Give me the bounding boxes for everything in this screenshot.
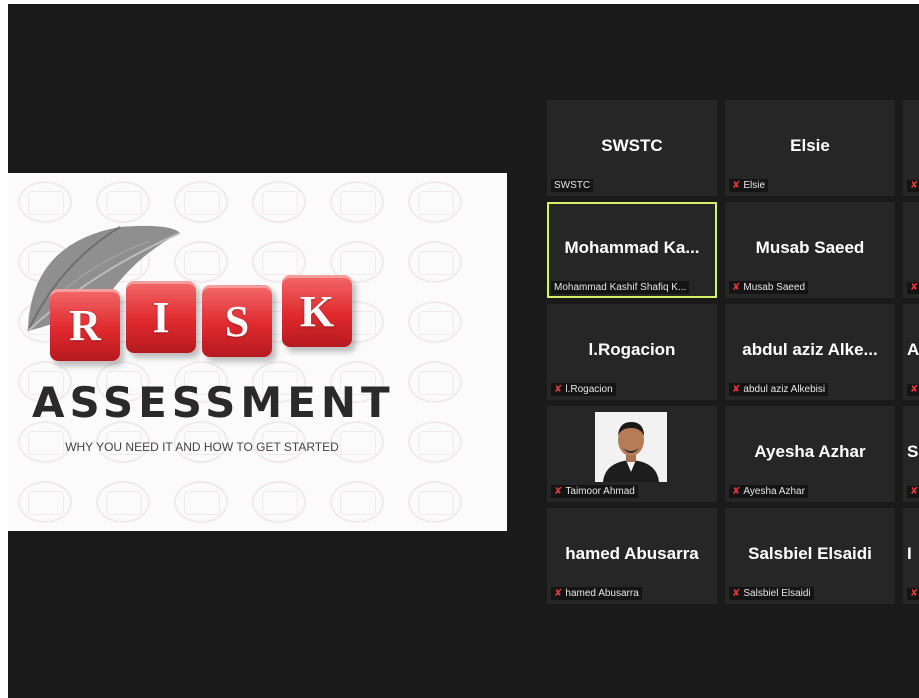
participant-name-label: ✘ Salsbiel Elsaidi: [729, 587, 814, 600]
participant-display-name: Mohammad Ka...: [564, 238, 700, 257]
participant-name-label: ✘ abdul aziz Alkebisi: [729, 383, 829, 396]
watermark-logo: [174, 181, 228, 223]
participant-label-text: abdul aziz Alkebisi: [743, 384, 826, 395]
mic-muted-icon: ✘: [910, 282, 919, 293]
participant-tile[interactable]: abdul aziz Alke... ✘ abdul aziz Alkebisi: [725, 304, 895, 400]
watermark-logo: [330, 481, 384, 523]
watermark-logo: [330, 181, 384, 223]
participant-display-name: I: [907, 544, 912, 563]
risk-letter-s: S: [224, 296, 250, 346]
mic-muted-icon: ✘: [732, 179, 741, 191]
participant-name-label: ✘ Elsie: [729, 179, 769, 192]
risk-cube-r: R: [50, 289, 120, 361]
participant-name-label: ✘: [907, 486, 919, 498]
participant-name-label: Mohammad Kashif Shafiq K...: [551, 281, 690, 294]
participant-tile[interactable]: hamed Abusarra ✘ hamed Abusarra: [547, 508, 717, 604]
participant-tile-partial[interactable]: ✘: [903, 100, 919, 196]
watermark-logo: [18, 481, 72, 523]
mic-muted-icon: ✘: [732, 383, 741, 395]
watermark-logo: [408, 241, 462, 283]
participant-tile-partial[interactable]: I ✘: [903, 508, 919, 604]
participant-label-text: Elsie: [743, 180, 766, 191]
participant-display-name: A: [907, 340, 919, 359]
participant-display-name: l.Rogacion: [588, 340, 676, 359]
participant-label-text: l.Rogacion: [565, 384, 613, 395]
watermark-logo: [252, 481, 306, 523]
slide-subtitle: WHY YOU NEED IT AND HOW TO GET STARTED: [65, 440, 339, 454]
risk-letter-r: R: [69, 300, 101, 350]
mic-muted-icon: ✘: [554, 383, 563, 395]
participant-tile-partial[interactable]: A ✘: [903, 304, 919, 400]
watermark-logo: [408, 481, 462, 523]
mic-muted-icon: ✘: [910, 384, 919, 395]
participant-video: [595, 412, 667, 482]
participant-tile[interactable]: Elsie ✘ Elsie: [725, 100, 895, 196]
risk-letter-k: K: [299, 286, 335, 336]
participant-name-label: ✘: [907, 282, 919, 294]
watermark-logo: [408, 301, 462, 343]
participant-tile[interactable]: Mohammad Ka... Mohammad Kashif Shafiq K..…: [547, 202, 717, 298]
participant-name-label: ✘: [907, 180, 919, 192]
risk-cubes: R I S K: [50, 271, 370, 371]
watermark-logo: [408, 361, 462, 403]
participant-tile-partial[interactable]: ✘: [903, 202, 919, 298]
participant-name-label: ✘ Taimoor Ahmad: [551, 485, 638, 498]
participant-tile[interactable]: Musab Saeed ✘ Musab Saeed: [725, 202, 895, 298]
mic-muted-icon: ✘: [732, 281, 741, 293]
participant-name-label: ✘ Musab Saeed: [729, 281, 809, 294]
risk-cube-s: S: [202, 285, 272, 357]
risk-cube-k: K: [282, 275, 352, 347]
watermark-logo: [96, 181, 150, 223]
participant-tile[interactable]: ✘ Taimoor Ahmad: [547, 406, 717, 502]
participant-display-name: Sa: [907, 442, 919, 461]
participant-name-label: ✘: [907, 384, 919, 396]
participant-name-label: ✘: [907, 588, 919, 600]
participant-display-name: Ayesha Azhar: [754, 442, 866, 461]
mic-muted-icon: ✘: [910, 486, 919, 497]
participant-name-label: ✘ Ayesha Azhar: [729, 485, 808, 498]
risk-letter-i: I: [152, 292, 170, 342]
participant-label-text: Musab Saeed: [743, 282, 806, 293]
participant-label-text: Mohammad Kashif Shafiq K...: [554, 282, 687, 293]
shared-screen[interactable]: R I S K ASSESSMENT WHY YOU NEED IT AND H…: [8, 173, 507, 531]
slide-title: ASSESSMENT: [32, 378, 395, 427]
participant-name-label: ✘ hamed Abusarra: [551, 587, 642, 600]
participant-display-name: hamed Abusarra: [565, 544, 699, 563]
watermark-logo: [252, 181, 306, 223]
participant-name-label: SWSTC: [551, 179, 594, 192]
watermark-logo: [408, 181, 462, 223]
mic-muted-icon: ✘: [732, 587, 741, 599]
watermark-logo: [96, 481, 150, 523]
mic-muted-icon: ✘: [732, 485, 741, 497]
participant-tile[interactable]: Salsbiel Elsaidi ✘ Salsbiel Elsaidi: [725, 508, 895, 604]
mic-muted-icon: ✘: [554, 485, 563, 497]
participant-display-name: abdul aziz Alke...: [742, 340, 878, 359]
mic-muted-icon: ✘: [554, 587, 563, 599]
participant-display-name: Elsie: [790, 136, 830, 155]
risk-cube-i: I: [126, 281, 196, 353]
participant-display-name: Musab Saeed: [755, 238, 865, 257]
participant-tile[interactable]: l.Rogacion ✘ l.Rogacion: [547, 304, 717, 400]
watermark-logo: [174, 481, 228, 523]
participant-tile[interactable]: Ayesha Azhar ✘ Ayesha Azhar: [725, 406, 895, 502]
participant-display-name: SWSTC: [601, 136, 663, 155]
watermark-logo: [408, 421, 462, 463]
participant-label-text: hamed Abusarra: [565, 588, 639, 599]
participant-label-text: Salsbiel Elsaidi: [743, 588, 811, 599]
participant-tile-partial[interactable]: Sa ✘: [903, 406, 919, 502]
mic-muted-icon: ✘: [910, 180, 919, 191]
participant-name-label: ✘ l.Rogacion: [551, 383, 616, 396]
participant-display-name: Salsbiel Elsaidi: [748, 544, 872, 563]
participant-label-text: Taimoor Ahmad: [565, 486, 635, 497]
meeting-stage: R I S K ASSESSMENT WHY YOU NEED IT AND H…: [8, 4, 919, 698]
participant-tile[interactable]: SWSTC SWSTC: [547, 100, 717, 196]
participant-label-text: Ayesha Azhar: [743, 486, 805, 497]
mic-muted-icon: ✘: [910, 588, 919, 599]
participant-label-text: SWSTC: [554, 180, 591, 191]
watermark-logo: [18, 181, 72, 223]
